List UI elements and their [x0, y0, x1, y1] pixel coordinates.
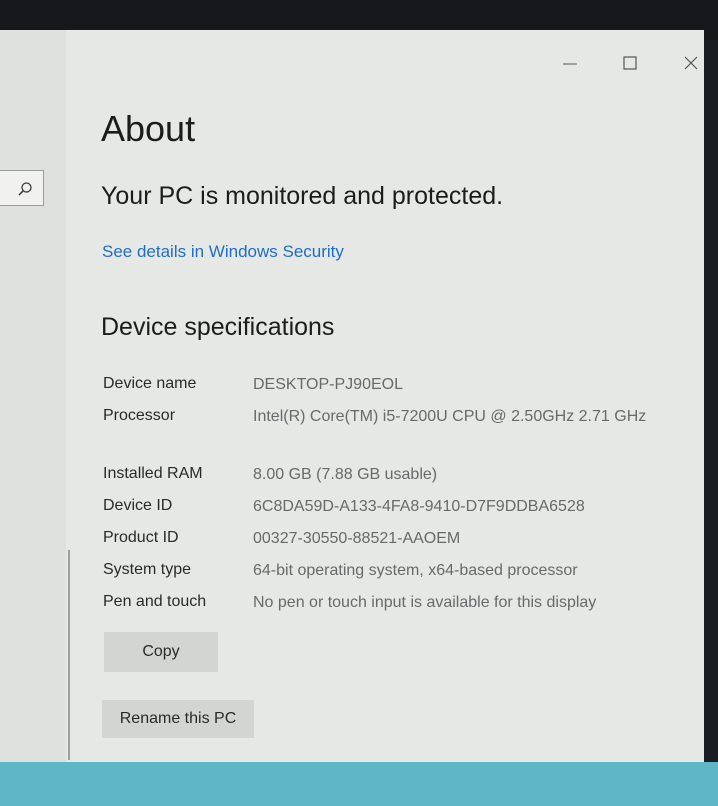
spec-value: 8.00 GB (7.88 GB usable) — [253, 466, 438, 483]
security-status: Your PC is monitored and protected. — [101, 182, 504, 210]
page-title: About — [101, 108, 196, 149]
spec-value: No pen or touch input is available for t… — [253, 594, 597, 611]
search-icon — [18, 182, 32, 196]
navigation-pane — [0, 30, 66, 770]
spec-label: System type — [103, 561, 192, 578]
scrollbar[interactable] — [68, 550, 70, 760]
maximize-icon — [623, 56, 637, 70]
copy-button[interactable]: Copy — [104, 632, 218, 672]
close-button[interactable] — [676, 52, 704, 76]
spec-value: 6C8DA59D-A133-4FA8-9410-D7F9DDBA6528 — [253, 498, 585, 515]
minimize-button[interactable] — [555, 52, 585, 76]
spec-value: 64-bit operating system, x64-based proce… — [253, 562, 578, 579]
windows-security-link[interactable]: See details in Windows Security — [102, 242, 344, 262]
spec-label: Processor — [103, 407, 176, 424]
rename-pc-button[interactable]: Rename this PC — [102, 700, 254, 738]
search-box[interactable] — [0, 170, 44, 206]
minimize-icon — [563, 63, 577, 65]
spec-label: Product ID — [103, 529, 179, 546]
spec-value: 00327-30550-88521-AAOEM — [253, 530, 461, 547]
maximize-button[interactable] — [615, 52, 645, 76]
spec-value: DESKTOP-PJ90EOL — [253, 376, 403, 393]
settings-window: About Your PC is monitored and protected… — [0, 30, 704, 770]
desktop-background — [0, 762, 718, 806]
spec-label: Device ID — [103, 497, 173, 514]
spec-value: Intel(R) Core(TM) i5-7200U CPU @ 2.50GHz… — [253, 408, 647, 425]
spec-label: Device name — [103, 375, 197, 392]
close-icon — [684, 56, 698, 70]
spec-label: Pen and touch — [103, 593, 207, 610]
spec-label: Installed RAM — [103, 465, 203, 482]
device-specifications-heading: Device specifications — [101, 313, 335, 341]
